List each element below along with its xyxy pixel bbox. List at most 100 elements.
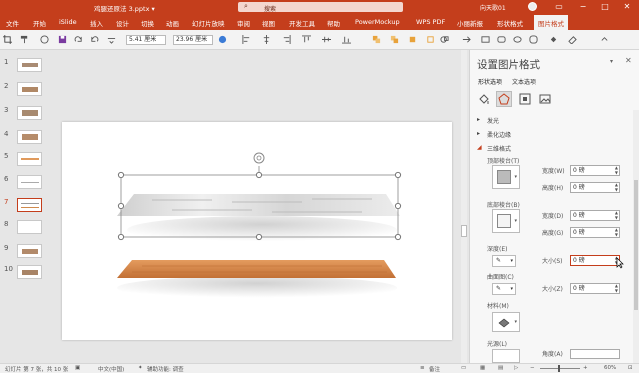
- language[interactable]: 中文(中国): [98, 365, 124, 373]
- shape-height-field[interactable]: 23.96 厘米: [173, 35, 213, 45]
- rotate-handle-icon[interactable]: [253, 152, 265, 164]
- group-icon[interactable]: [372, 35, 381, 44]
- resize-handle[interactable]: [117, 171, 125, 179]
- slideshow-icon[interactable]: ▷: [514, 365, 518, 371]
- angle-input[interactable]: [570, 349, 620, 359]
- lighting-dropdown[interactable]: [492, 349, 520, 363]
- ribbon-display-icon[interactable]: ▭: [551, 1, 567, 13]
- tab-file[interactable]: 文件: [6, 18, 19, 28]
- palette-icon[interactable]: [40, 35, 49, 44]
- slide-thumbnail[interactable]: [17, 58, 42, 72]
- slide-thumbnail[interactable]: [17, 106, 42, 120]
- zoom-in-icon[interactable]: +: [583, 365, 588, 371]
- contour-size-input[interactable]: 0 磅 ▲ ▼: [570, 283, 620, 294]
- tab-slideshow[interactable]: 幻灯片放映: [192, 18, 225, 28]
- top-width-input[interactable]: 0 磅 ▲ ▼: [570, 165, 620, 176]
- depth-size-input[interactable]: 0 磅 ▲ ▼: [570, 255, 620, 266]
- slide-thumbnail[interactable]: [17, 152, 42, 166]
- slide-thumbnail[interactable]: [17, 220, 42, 234]
- spellcheck-icon[interactable]: ▣: [75, 365, 80, 371]
- collapse-ribbon-icon[interactable]: [600, 35, 609, 44]
- tab-view[interactable]: 视图: [262, 18, 275, 28]
- marble-shelf[interactable]: [117, 194, 400, 216]
- slide-thumbnail-active[interactable]: [17, 198, 42, 212]
- user-name[interactable]: 向天歌01: [480, 3, 506, 12]
- zoom-level[interactable]: 60%: [604, 365, 616, 371]
- align-left-icon[interactable]: [242, 35, 251, 44]
- undo-icon[interactable]: [90, 35, 99, 44]
- accessibility-status[interactable]: 辅助功能: 调查: [147, 365, 184, 373]
- zoom-slider-thumb[interactable]: [558, 365, 560, 372]
- format-painter-icon[interactable]: [20, 35, 29, 44]
- tab-design[interactable]: 设计: [116, 18, 129, 28]
- slide-canvas[interactable]: [62, 122, 452, 340]
- avatar[interactable]: [528, 2, 537, 11]
- size-properties-icon[interactable]: [518, 92, 532, 106]
- rectangle-icon[interactable]: [481, 35, 490, 44]
- window-title[interactable]: 鸡腿还原法 3.pptx ▾: [94, 3, 155, 13]
- slide-thumbnail[interactable]: [17, 82, 42, 96]
- bottom-bevel-dropdown[interactable]: ▾: [492, 209, 520, 233]
- depth-color-dropdown[interactable]: ✎ ▾: [492, 255, 516, 267]
- slide-thumbnail[interactable]: [17, 265, 42, 279]
- resize-handle[interactable]: [255, 233, 263, 241]
- bring-forward-icon[interactable]: [390, 35, 399, 44]
- effects-icon[interactable]: [496, 91, 512, 107]
- section-chevron-icon[interactable]: ▸: [477, 116, 480, 123]
- align-middle-icon[interactable]: [322, 35, 331, 44]
- tab-powermockup[interactable]: PowerMockup: [355, 18, 400, 26]
- bottom-width-input[interactable]: 0 磅 ▲ ▼: [570, 210, 620, 221]
- eraser-icon[interactable]: [568, 35, 577, 44]
- rounded-rect-icon[interactable]: [497, 35, 506, 44]
- pane-scrollbar-thumb[interactable]: [634, 180, 638, 310]
- pane-options-chevron-icon[interactable]: ▾: [610, 58, 613, 65]
- minimize-icon[interactable]: −: [575, 1, 591, 13]
- oval-icon[interactable]: [513, 35, 522, 44]
- slide-thumbnail[interactable]: [17, 175, 42, 189]
- resize-handle[interactable]: [394, 202, 402, 210]
- redo-icon[interactable]: [74, 35, 83, 44]
- tab-help[interactable]: 帮助: [327, 18, 340, 28]
- zoom-out-icon[interactable]: −: [530, 365, 535, 371]
- picture-icon[interactable]: [538, 92, 552, 106]
- reading-view-icon[interactable]: ▤: [498, 365, 503, 371]
- tab-review[interactable]: 审阅: [237, 18, 250, 28]
- zoom-slider[interactable]: [540, 365, 580, 372]
- more-icon[interactable]: [107, 35, 116, 44]
- section-chevron-icon[interactable]: ◢: [477, 144, 482, 151]
- send-backward-icon[interactable]: [408, 35, 417, 44]
- resize-handle[interactable]: [394, 171, 402, 179]
- shapes-icon[interactable]: [440, 35, 449, 44]
- crop-icon[interactable]: [3, 35, 12, 44]
- scrollbar-thumb[interactable]: [461, 225, 467, 237]
- fill-bucket-icon[interactable]: [549, 35, 558, 44]
- search-box[interactable]: ⌕ 搜索: [238, 2, 403, 13]
- pane-scrollbar[interactable]: [633, 110, 639, 363]
- color-circle-icon[interactable]: [218, 35, 227, 44]
- resize-handle[interactable]: [117, 202, 125, 210]
- top-height-input[interactable]: 0 磅 ▲ ▼: [570, 182, 620, 193]
- section-glow[interactable]: 发光: [487, 116, 499, 125]
- save-icon[interactable]: [58, 35, 67, 44]
- tab-islide[interactable]: iSlide: [59, 18, 77, 26]
- tab-wps-pdf[interactable]: WPS PDF: [416, 18, 445, 26]
- tab-developer[interactable]: 开发工具: [289, 18, 315, 28]
- tab-home[interactable]: 开始: [33, 18, 46, 28]
- shape-width-field[interactable]: 5.41 厘米: [126, 35, 166, 45]
- bottom-height-input[interactable]: 0 磅 ▲ ▼: [570, 227, 620, 238]
- align-right-icon[interactable]: [282, 35, 291, 44]
- close-icon[interactable]: ✕: [625, 56, 632, 65]
- tab-insert[interactable]: 插入: [90, 18, 103, 28]
- top-bevel-dropdown[interactable]: ▾: [492, 165, 520, 189]
- tab-picture-format[interactable]: 图片格式: [534, 15, 568, 30]
- fill-line-icon[interactable]: [477, 92, 491, 106]
- notes-button[interactable]: 备注: [429, 365, 440, 373]
- section-3d-format[interactable]: 三维格式: [487, 144, 511, 153]
- slide-thumbnail[interactable]: [17, 130, 42, 144]
- sorter-view-icon[interactable]: ▦: [480, 365, 485, 371]
- tab-transitions[interactable]: 切换: [141, 18, 154, 28]
- section-chevron-icon[interactable]: ▸: [477, 130, 480, 137]
- maximize-icon[interactable]: □: [597, 1, 613, 13]
- tab-text-options[interactable]: 文本选项: [512, 77, 536, 86]
- rotate-icon[interactable]: [426, 35, 435, 44]
